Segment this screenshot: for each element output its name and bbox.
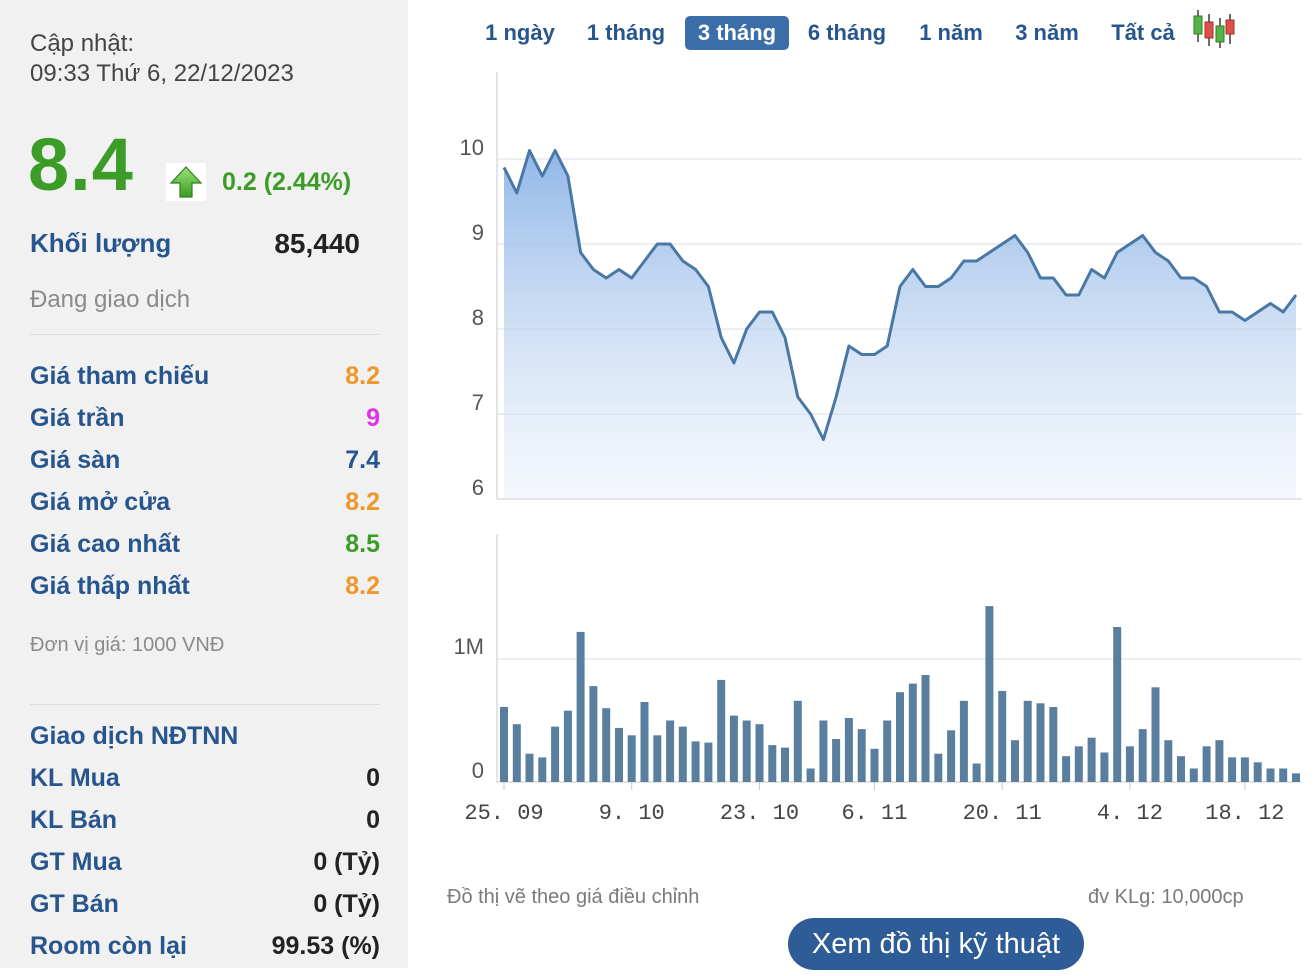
volume-bar <box>883 720 892 782</box>
volume-bar <box>742 720 751 782</box>
volume-bar <box>512 724 521 782</box>
price-area <box>504 150 1296 499</box>
volume-bar <box>1266 768 1275 782</box>
volume-bar <box>755 724 764 782</box>
volume-bar <box>1164 740 1173 782</box>
volume-bar <box>1049 707 1058 782</box>
volume-bar <box>704 742 713 782</box>
x-tick-label: 20. 11 <box>963 801 1042 826</box>
volume-bar <box>538 757 547 782</box>
volume-bar <box>1253 762 1262 782</box>
volume-bar <box>908 683 917 782</box>
volume-bar <box>819 720 828 782</box>
volume-bar <box>1100 752 1109 782</box>
x-tick-label: 25. 09 <box>464 801 543 826</box>
volume-bar <box>525 753 534 782</box>
volume-bar <box>768 745 777 782</box>
foreign-row: Room còn lại 99.53 (%) <box>30 932 380 966</box>
volume-bar <box>717 679 726 782</box>
volume-bar <box>1138 729 1147 782</box>
volume-bar <box>1240 757 1249 782</box>
volume-bar <box>896 692 904 782</box>
volume-bar <box>653 735 662 782</box>
volume-bar <box>729 715 738 782</box>
volume-bar <box>678 726 687 782</box>
volume-bar <box>551 726 560 782</box>
price-tick-label: 8 <box>472 305 484 330</box>
volume-bar <box>1202 746 1211 782</box>
volume-bar <box>781 747 789 782</box>
volume-bar <box>1189 768 1198 782</box>
foreign-label: GT Bán <box>30 890 119 918</box>
volume-bar <box>1125 746 1134 782</box>
volume-bar <box>640 702 649 782</box>
volume-bar <box>576 631 585 782</box>
volume-bar <box>589 686 598 782</box>
foreign-value: 0 (Tỷ) <box>313 890 380 918</box>
adjusted-price-note: Đồ thị vẽ theo giá điều chỉnh <box>447 886 700 908</box>
volume-bar <box>1023 700 1032 782</box>
x-tick-label: 23. 10 <box>720 801 799 826</box>
price-tick-label: 6 <box>472 475 484 500</box>
volume-bar <box>998 691 1007 782</box>
volume-bar <box>1177 756 1185 782</box>
volume-bar <box>563 710 572 782</box>
volume-bar <box>1074 746 1083 782</box>
volume-bar <box>1215 740 1224 782</box>
foreign-value: 99.53 (%) <box>271 932 380 960</box>
price-tick-label: 10 <box>460 135 484 160</box>
volume-tick-label: 0 <box>472 758 484 783</box>
volume-bar <box>1087 737 1096 782</box>
x-tick-label: 4. 12 <box>1097 801 1163 826</box>
volume-bar <box>1113 627 1122 782</box>
volume-bar <box>1292 773 1300 782</box>
foreign-label: Room còn lại <box>30 932 187 960</box>
foreign-row: GT Bán 0 (Tỷ) <box>30 890 380 924</box>
volume-bar <box>947 730 956 782</box>
x-tick-label: 9. 10 <box>599 801 665 826</box>
volume-bar <box>627 735 636 782</box>
volume-bar <box>1036 703 1045 782</box>
volume-bar <box>793 700 802 782</box>
volume-bar <box>844 718 853 782</box>
volume-bar <box>615 727 623 782</box>
price-tick-label: 9 <box>472 220 484 245</box>
volume-bar <box>806 768 815 782</box>
volume-bar <box>959 700 968 782</box>
volume-bar <box>870 748 879 782</box>
technical-chart-button[interactable]: Xem đồ thị kỹ thuật <box>788 918 1084 970</box>
x-tick-label: 18. 12 <box>1205 801 1284 826</box>
x-tick-label: 6. 11 <box>841 801 907 826</box>
volume-bar <box>985 606 994 782</box>
volume-bar <box>921 675 930 782</box>
volume-bar <box>691 741 700 782</box>
stock-chart[interactable]: 10 9 8 7 6 1M 0 25. 09 9. 10 23. 10 6. 11 20. 11 4… <box>0 0 1316 880</box>
volume-bar <box>1279 768 1288 782</box>
volume-unit-note: đv KLg: 10,000cp <box>1088 886 1244 908</box>
volume-bar <box>832 739 841 783</box>
volume-tick-label: 1M <box>453 634 484 659</box>
volume-bar <box>934 753 943 782</box>
price-tick-label: 7 <box>472 390 484 415</box>
volume-bar <box>602 708 611 782</box>
volume-bar <box>666 720 675 782</box>
volume-bar <box>1151 687 1160 782</box>
volume-bar <box>500 707 508 782</box>
volume-bar <box>857 729 866 782</box>
volume-bar <box>1011 740 1019 782</box>
volume-bar <box>972 763 981 782</box>
volume-bar <box>1228 757 1237 782</box>
volume-bar <box>1062 756 1071 782</box>
